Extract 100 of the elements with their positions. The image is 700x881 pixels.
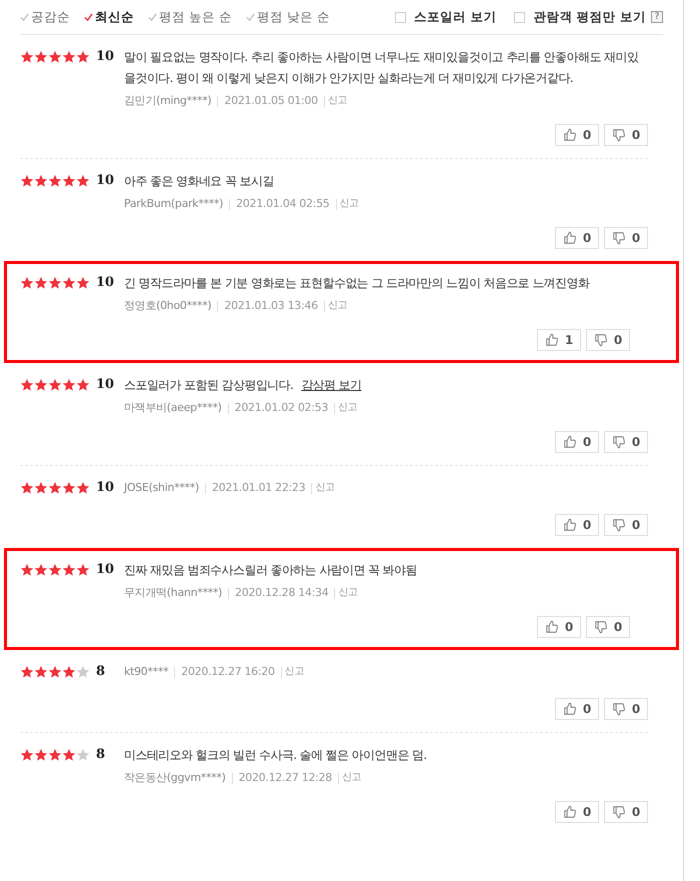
star-icon [20, 276, 34, 290]
review-text: 아주 좋은 영화네요 꼭 보시길 [124, 173, 275, 190]
score: 10 [96, 274, 114, 292]
like-button[interactable]: 0 [555, 124, 599, 146]
star-icon [76, 276, 90, 290]
star-icon [48, 665, 62, 679]
review-date: 2020.12.27 12:28 [238, 771, 332, 785]
star-icon [34, 563, 48, 577]
help-icon[interactable]: ? [651, 11, 663, 23]
star-icon [76, 378, 90, 392]
star-icon [62, 748, 76, 762]
review-date: 2021.01.01 22:23 [212, 481, 306, 495]
score: 10 [96, 48, 114, 66]
check-icon [20, 12, 29, 22]
star-icon [34, 276, 48, 290]
score: 10 [96, 479, 114, 498]
author-name: 김민기(ming****) [124, 94, 212, 108]
sort-option[interactable]: 최신순 [84, 8, 134, 26]
thumbs-up-icon [544, 620, 559, 634]
review-date: 2021.01.02 02:53 [234, 401, 328, 415]
review-date: 2021.01.05 01:00 [224, 94, 318, 108]
star-icon [48, 276, 62, 290]
star-icon [34, 50, 48, 64]
star-icon [34, 481, 48, 495]
checkbox[interactable] [394, 12, 406, 22]
sort-option[interactable]: 공감순 [20, 8, 70, 26]
star-icon [48, 50, 62, 64]
star-icon [76, 174, 90, 188]
star-icon [62, 481, 76, 495]
star-icon [48, 481, 62, 495]
thumbs-up-icon [562, 128, 577, 142]
star-icon [62, 563, 76, 577]
dislike-button[interactable]: 0 [604, 698, 648, 720]
thumbs-down-icon [594, 620, 608, 634]
star-icon [34, 378, 48, 392]
thumbs-down-icon [612, 805, 626, 819]
star-icon [20, 50, 34, 64]
star-icon [34, 174, 48, 188]
check-icon [84, 12, 93, 22]
thumbs-down-icon [612, 518, 626, 532]
star-icon [48, 748, 62, 762]
star-icon [62, 276, 76, 290]
review-date: 2021.01.03 13:46 [224, 299, 318, 313]
review-text: 진짜 재밌음 범죄수사스릴러 좋아하는 사람이면 꼭 봐야됨 [124, 562, 418, 579]
dislike-button[interactable]: 0 [604, 124, 648, 146]
like-button[interactable]: 1 [537, 329, 581, 351]
thumbs-up-icon [562, 518, 577, 532]
author-name: JOSE(shin****) [124, 481, 199, 495]
star-icon [20, 563, 34, 577]
star-icon [48, 378, 62, 392]
dislike-button[interactable]: 0 [586, 329, 630, 351]
dislike-button[interactable]: 0 [586, 616, 630, 638]
thumbs-down-icon [612, 128, 626, 142]
sort-option[interactable]: 평점 낮은 순 [246, 8, 330, 26]
like-button[interactable]: 0 [537, 616, 581, 638]
sort-option[interactable]: 평점 높은 순 [148, 8, 232, 26]
thumbs-down-icon [612, 702, 626, 716]
thumbs-up-icon [562, 702, 577, 716]
review-text: 말이 필요없는 명작이다. 추리 좋아하는 사람이면 너무나도 재미있을것이고 추리를 안좋아해도 재미있을것이다. 평이 왜 이렇게 낮은지 이해가 안가지만 실화라는게 더 재미있게 다가온거같다. [124, 49, 640, 87]
dislike-button[interactable]: 0 [604, 227, 648, 249]
review-date: 2020.12.28 14:34 [235, 586, 328, 600]
like-button[interactable]: 0 [555, 801, 599, 823]
author-name: 작은동산(ggvm****) [124, 771, 226, 785]
thumbs-up-icon [544, 333, 559, 347]
score: 10 [96, 561, 114, 580]
author-name: ParkBum(park****) [124, 197, 224, 211]
like-button[interactable]: 0 [555, 227, 599, 249]
dislike-button[interactable]: 0 [604, 431, 648, 453]
star-icon [62, 50, 76, 64]
dislike-button[interactable]: 0 [604, 801, 648, 823]
check-icon [246, 12, 255, 22]
star-icon [34, 748, 48, 762]
star-icon [20, 665, 34, 679]
star-icon [20, 748, 34, 762]
like-button[interactable]: 0 [555, 698, 599, 720]
review-date: 2021.01.04 02:55 [236, 197, 330, 211]
star-icon [62, 665, 76, 679]
star-icon [76, 665, 90, 679]
author-name: 정영호(0ho0****) [124, 299, 212, 313]
star-icon [76, 748, 90, 762]
score: 10 [96, 172, 114, 190]
star-icon [34, 665, 48, 679]
thumbs-down-icon [594, 333, 608, 347]
review-text: 긴 명작드라마를 본 기분 영화로는 표현할수없는 그 드라마만의 느낌이 처음으로 느껴진영화 [124, 275, 591, 292]
spoiler-notice: 스포일러가 포함된 감상평입니다. [124, 377, 294, 394]
dislike-button[interactable]: 0 [604, 514, 648, 536]
thumbs-up-icon [562, 231, 577, 245]
star-icon [76, 563, 90, 577]
star-icon [76, 50, 90, 64]
checkbox[interactable] [514, 12, 526, 22]
thumbs-down-icon [612, 231, 626, 245]
view-review-link[interactable]: 감상평 보기 [301, 375, 362, 396]
like-button[interactable]: 0 [555, 431, 599, 453]
star-icon [48, 174, 62, 188]
star-icon [62, 378, 76, 392]
thumbs-up-icon [562, 435, 577, 449]
score: 8 [96, 663, 106, 682]
like-button[interactable]: 0 [555, 514, 599, 536]
author-name: 무지개떡(hann****) [124, 586, 222, 600]
filter-label: 관람객 평점만 보기 [533, 8, 646, 26]
